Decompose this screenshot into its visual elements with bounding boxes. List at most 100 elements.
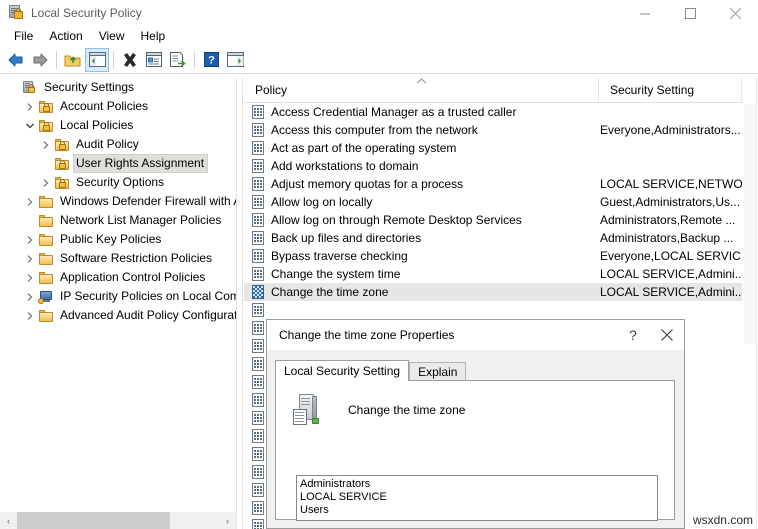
tree-item-label: Network List Manager Policies <box>60 213 222 227</box>
folder-icon <box>38 270 54 286</box>
list-column-headers: Policy Security Setting <box>244 78 758 103</box>
column-security-setting[interactable]: Security Setting <box>599 78 742 102</box>
chevron-right-icon[interactable] <box>22 99 38 115</box>
tree-item-software-restriction-policies[interactable]: Software Restriction Policies <box>0 249 236 268</box>
tree-item-security-settings[interactable]: Security Settings <box>0 78 236 97</box>
policy-folder-icon <box>54 175 70 191</box>
list-item[interactable]: Users <box>300 504 654 517</box>
table-row[interactable]: Allow log on through Remote Desktop Serv… <box>244 211 758 229</box>
table-row[interactable]: Bypass traverse checking Everyone,LOCAL S… <box>244 247 758 265</box>
export-list-icon[interactable] <box>166 48 190 72</box>
chevron-right-icon[interactable] <box>22 270 38 286</box>
tree-item-local-policies[interactable]: Local Policies <box>0 116 236 135</box>
chevron-right-icon[interactable] <box>22 308 38 324</box>
tree-item-label: Security Settings <box>44 80 135 94</box>
policy-icon <box>250 158 266 174</box>
table-row[interactable]: Access this computer from the network Eve… <box>244 121 758 139</box>
properties-icon[interactable] <box>142 48 166 72</box>
security-setting-cell: LOCAL SERVICE,Admini... <box>600 267 745 281</box>
chevron-right-icon[interactable] <box>38 175 54 191</box>
tab-local-security-setting[interactable]: Local Security Setting <box>275 360 410 381</box>
security-setting-cell: Everyone,Administrators... <box>600 123 741 137</box>
tree-item-windows-defender-firewall-with-adva[interactable]: Windows Defender Firewall with Adva <box>0 192 236 211</box>
tree-item-account-policies[interactable]: Account Policies <box>0 97 236 116</box>
security-setting-cell: LOCAL SERVICE,Admini... <box>600 285 745 299</box>
menu-view[interactable]: View <box>91 27 133 45</box>
console-tree: Security Settings Account Policies Local P… <box>0 78 236 512</box>
tree-item-label: Security Options <box>76 175 165 189</box>
chevron-right-icon[interactable] <box>38 137 54 153</box>
show-action-pane-icon[interactable] <box>223 48 247 72</box>
list-item[interactable]: LOCAL SERVICE <box>300 491 654 504</box>
policy-icon <box>250 392 266 408</box>
security-setting-cell: LOCAL SERVICE,NETWO... <box>600 177 753 191</box>
dialog-close-button[interactable] <box>650 320 684 350</box>
list-item[interactable]: Administrators <box>300 478 654 491</box>
policy-icon <box>250 464 266 480</box>
back-icon[interactable] <box>4 48 28 72</box>
help-icon[interactable]: ? <box>199 48 223 72</box>
folder-icon <box>38 194 54 210</box>
sort-ascending-icon <box>414 78 428 86</box>
chevron-down-icon[interactable] <box>22 118 38 134</box>
scroll-left-arrow[interactable]: ‹ <box>0 512 17 529</box>
table-row[interactable]: Change the time zone LOCAL SERVICE,Admini… <box>244 283 758 301</box>
scroll-track[interactable] <box>17 512 219 529</box>
chevron-right-icon[interactable] <box>22 194 38 210</box>
scroll-thumb[interactable] <box>17 512 170 529</box>
tree-item-ip-security-policies-on-local-compute[interactable]: IP Security Policies on Local Compute <box>0 287 236 306</box>
close-button[interactable] <box>713 0 758 26</box>
list-vertical-scrollbar[interactable] <box>742 78 758 529</box>
column-policy[interactable]: Policy <box>244 78 599 102</box>
scroll-right-arrow[interactable]: › <box>219 512 236 529</box>
chevron-right-icon[interactable] <box>22 251 38 267</box>
vertical-scroll-thumb[interactable] <box>744 104 756 344</box>
tree-item-network-list-manager-policies[interactable]: Network List Manager Policies <box>0 211 236 230</box>
table-row[interactable]: Add workstations to domain <box>244 157 758 175</box>
show-hide-console-tree-icon[interactable] <box>85 47 109 72</box>
menu-help[interactable]: Help <box>133 27 174 45</box>
table-row[interactable]: Act as part of the operating system <box>244 139 758 157</box>
tab-explain[interactable]: Explain <box>409 362 467 381</box>
policy-name-cell: Change the system time <box>271 267 401 281</box>
folder-icon <box>38 213 54 229</box>
delete-icon[interactable] <box>118 48 142 72</box>
console-tree-panel: Security Settings Account Policies Local P… <box>0 78 236 529</box>
policy-name-cell: Allow log on locally <box>271 195 373 209</box>
tree-horizontal-scrollbar[interactable]: ‹ › <box>0 512 236 529</box>
table-row[interactable]: Change the system time LOCAL SERVICE,Admi… <box>244 265 758 283</box>
tree-item-audit-policy[interactable]: Audit Policy <box>0 135 236 154</box>
panel-splitter[interactable] <box>236 78 243 529</box>
policy-name-cell: Act as part of the operating system <box>271 141 457 155</box>
tree-item-public-key-policies[interactable]: Public Key Policies <box>0 230 236 249</box>
forward-icon[interactable] <box>28 48 52 72</box>
table-row[interactable]: Access Credential Manager as a trusted c… <box>244 103 758 121</box>
assigned-members-list[interactable]: Administrators LOCAL SERVICE Users <box>296 475 658 521</box>
table-row[interactable] <box>244 301 758 319</box>
maximize-button[interactable] <box>668 0 713 26</box>
policy-folder-icon <box>54 156 70 172</box>
policy-name-cell: Adjust memory quotas for a process <box>271 177 464 191</box>
policy-folder-icon <box>38 118 54 134</box>
chevron-right-icon[interactable] <box>22 232 38 248</box>
tree-item-user-rights-assignment[interactable]: User Rights Assignment <box>0 154 236 173</box>
tree-item-application-control-policies[interactable]: Application Control Policies <box>0 268 236 287</box>
policy-icon <box>250 212 266 228</box>
tree-item-advanced-audit-policy-configuration[interactable]: Advanced Audit Policy Configuration <box>0 306 236 325</box>
tree-item-security-options[interactable]: Security Options <box>0 173 236 192</box>
menu-file[interactable]: File <box>6 27 41 45</box>
security-setting-cell: Administrators,Remote ... <box>600 213 736 227</box>
minimize-button[interactable] <box>623 0 668 26</box>
menu-action[interactable]: Action <box>41 27 90 45</box>
toolbar-separator <box>56 50 57 69</box>
table-row[interactable]: Allow log on locally Guest,Administrators… <box>244 193 758 211</box>
toolbar: ? <box>0 46 758 74</box>
chevron-right-icon[interactable] <box>22 289 38 305</box>
table-row[interactable]: Adjust memory quotas for a process LOCAL … <box>244 175 758 193</box>
up-one-level-icon[interactable] <box>61 48 85 72</box>
menubar: File Action View Help <box>0 26 758 46</box>
computer-policy-icon <box>290 393 324 427</box>
table-row[interactable]: Back up files and directories Administrat… <box>244 229 758 247</box>
policy-icon <box>250 500 266 516</box>
dialog-help-button[interactable]: ? <box>616 320 650 350</box>
